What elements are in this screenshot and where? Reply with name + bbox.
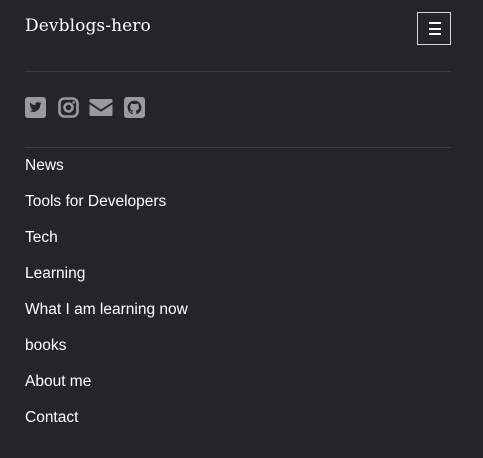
instagram-link[interactable]	[58, 97, 79, 118]
github-icon	[124, 97, 145, 118]
nav-item-tech[interactable]: Tech	[25, 220, 188, 256]
nav-item-contact[interactable]: Contact	[25, 400, 188, 436]
email-icon	[89, 99, 113, 116]
twitter-link[interactable]	[25, 97, 46, 118]
email-link[interactable]	[89, 97, 113, 118]
site-title[interactable]: Devblogs-hero	[25, 16, 151, 36]
instagram-icon	[58, 97, 79, 118]
github-link[interactable]	[124, 97, 145, 118]
twitter-icon	[25, 97, 46, 118]
nav-item-about-me[interactable]: About me	[25, 364, 188, 400]
nav-item-books[interactable]: books	[25, 328, 188, 364]
nav-item-tools-for-developers[interactable]: Tools for Developers	[25, 184, 188, 220]
nav-item-what-i-am-learning-now[interactable]: What I am learning now	[25, 292, 188, 328]
nav-item-learning[interactable]: Learning	[25, 256, 188, 292]
main-navigation: News Tools for Developers Tech Learning …	[25, 148, 188, 436]
menu-toggle-button[interactable]	[417, 12, 451, 45]
nav-item-news[interactable]: News	[25, 148, 188, 184]
social-links	[25, 71, 451, 148]
site-header: Devblogs-hero	[25, 0, 451, 72]
